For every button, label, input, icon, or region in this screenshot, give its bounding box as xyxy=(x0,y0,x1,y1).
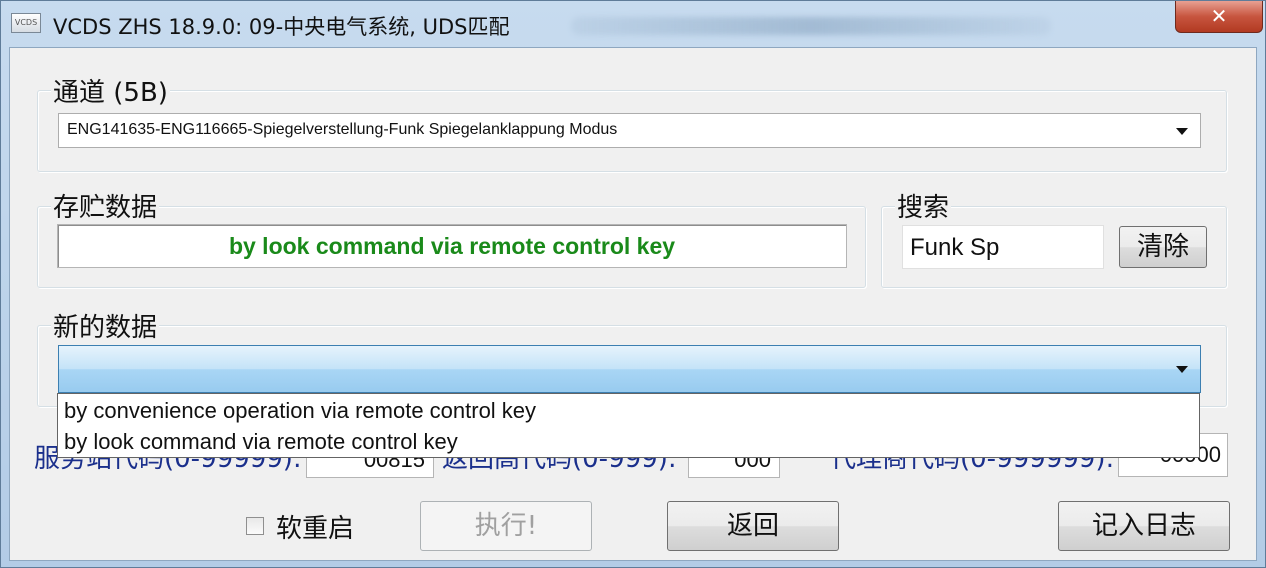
chevron-down-icon xyxy=(1176,127,1188,135)
title-bar[interactable]: VCDS VCDS ZHS 18.9.0: 09-中央电气系统, UDS匹配 ✕ xyxy=(1,1,1265,47)
dialog-client-area: 通道 (5B) ENG141635-ENG116665-Spiegelverst… xyxy=(9,47,1257,561)
title-bar-blur xyxy=(571,17,1051,35)
stored-data-field[interactable]: by look command via remote control key xyxy=(57,224,847,268)
vcds-app-icon: VCDS xyxy=(11,13,41,33)
close-button[interactable]: ✕ xyxy=(1175,1,1263,33)
app-window: VCDS VCDS ZHS 18.9.0: 09-中央电气系统, UDS匹配 ✕… xyxy=(0,0,1266,568)
soft-restart-checkbox[interactable] xyxy=(246,517,264,535)
channel-label: 通道 (5B) xyxy=(51,72,170,109)
clear-button[interactable]: 清除 xyxy=(1119,226,1207,268)
search-input[interactable]: Funk Sp xyxy=(902,225,1104,269)
dropdown-option[interactable]: by look command via remote control key xyxy=(64,429,458,455)
new-data-label: 新的数据 xyxy=(51,307,160,344)
stored-data-label: 存贮数据 xyxy=(51,187,160,224)
search-label: 搜索 xyxy=(895,187,952,224)
window-title: VCDS ZHS 18.9.0: 09-中央电气系统, UDS匹配 xyxy=(53,15,510,39)
stored-data-value: by look command via remote control key xyxy=(228,233,676,259)
new-data-dropdown-list: by convenience operation via remote cont… xyxy=(57,393,1200,458)
channel-select-value: ENG141635-ENG116665-Spiegelverstellung-F… xyxy=(67,121,618,138)
close-icon: ✕ xyxy=(1210,4,1228,28)
write-log-button[interactable]: 记入日志 xyxy=(1058,501,1230,551)
channel-select[interactable]: ENG141635-ENG116665-Spiegelverstellung-F… xyxy=(58,113,1201,148)
back-button[interactable]: 返回 xyxy=(667,501,839,551)
chevron-down-icon xyxy=(1176,366,1188,373)
dropdown-option[interactable]: by convenience operation via remote cont… xyxy=(64,398,536,424)
execute-button[interactable]: 执行! xyxy=(420,501,592,551)
soft-restart-label: 软重启 xyxy=(276,514,355,544)
search-input-value: Funk Sp xyxy=(910,234,1000,261)
new-data-select[interactable] xyxy=(58,345,1201,393)
